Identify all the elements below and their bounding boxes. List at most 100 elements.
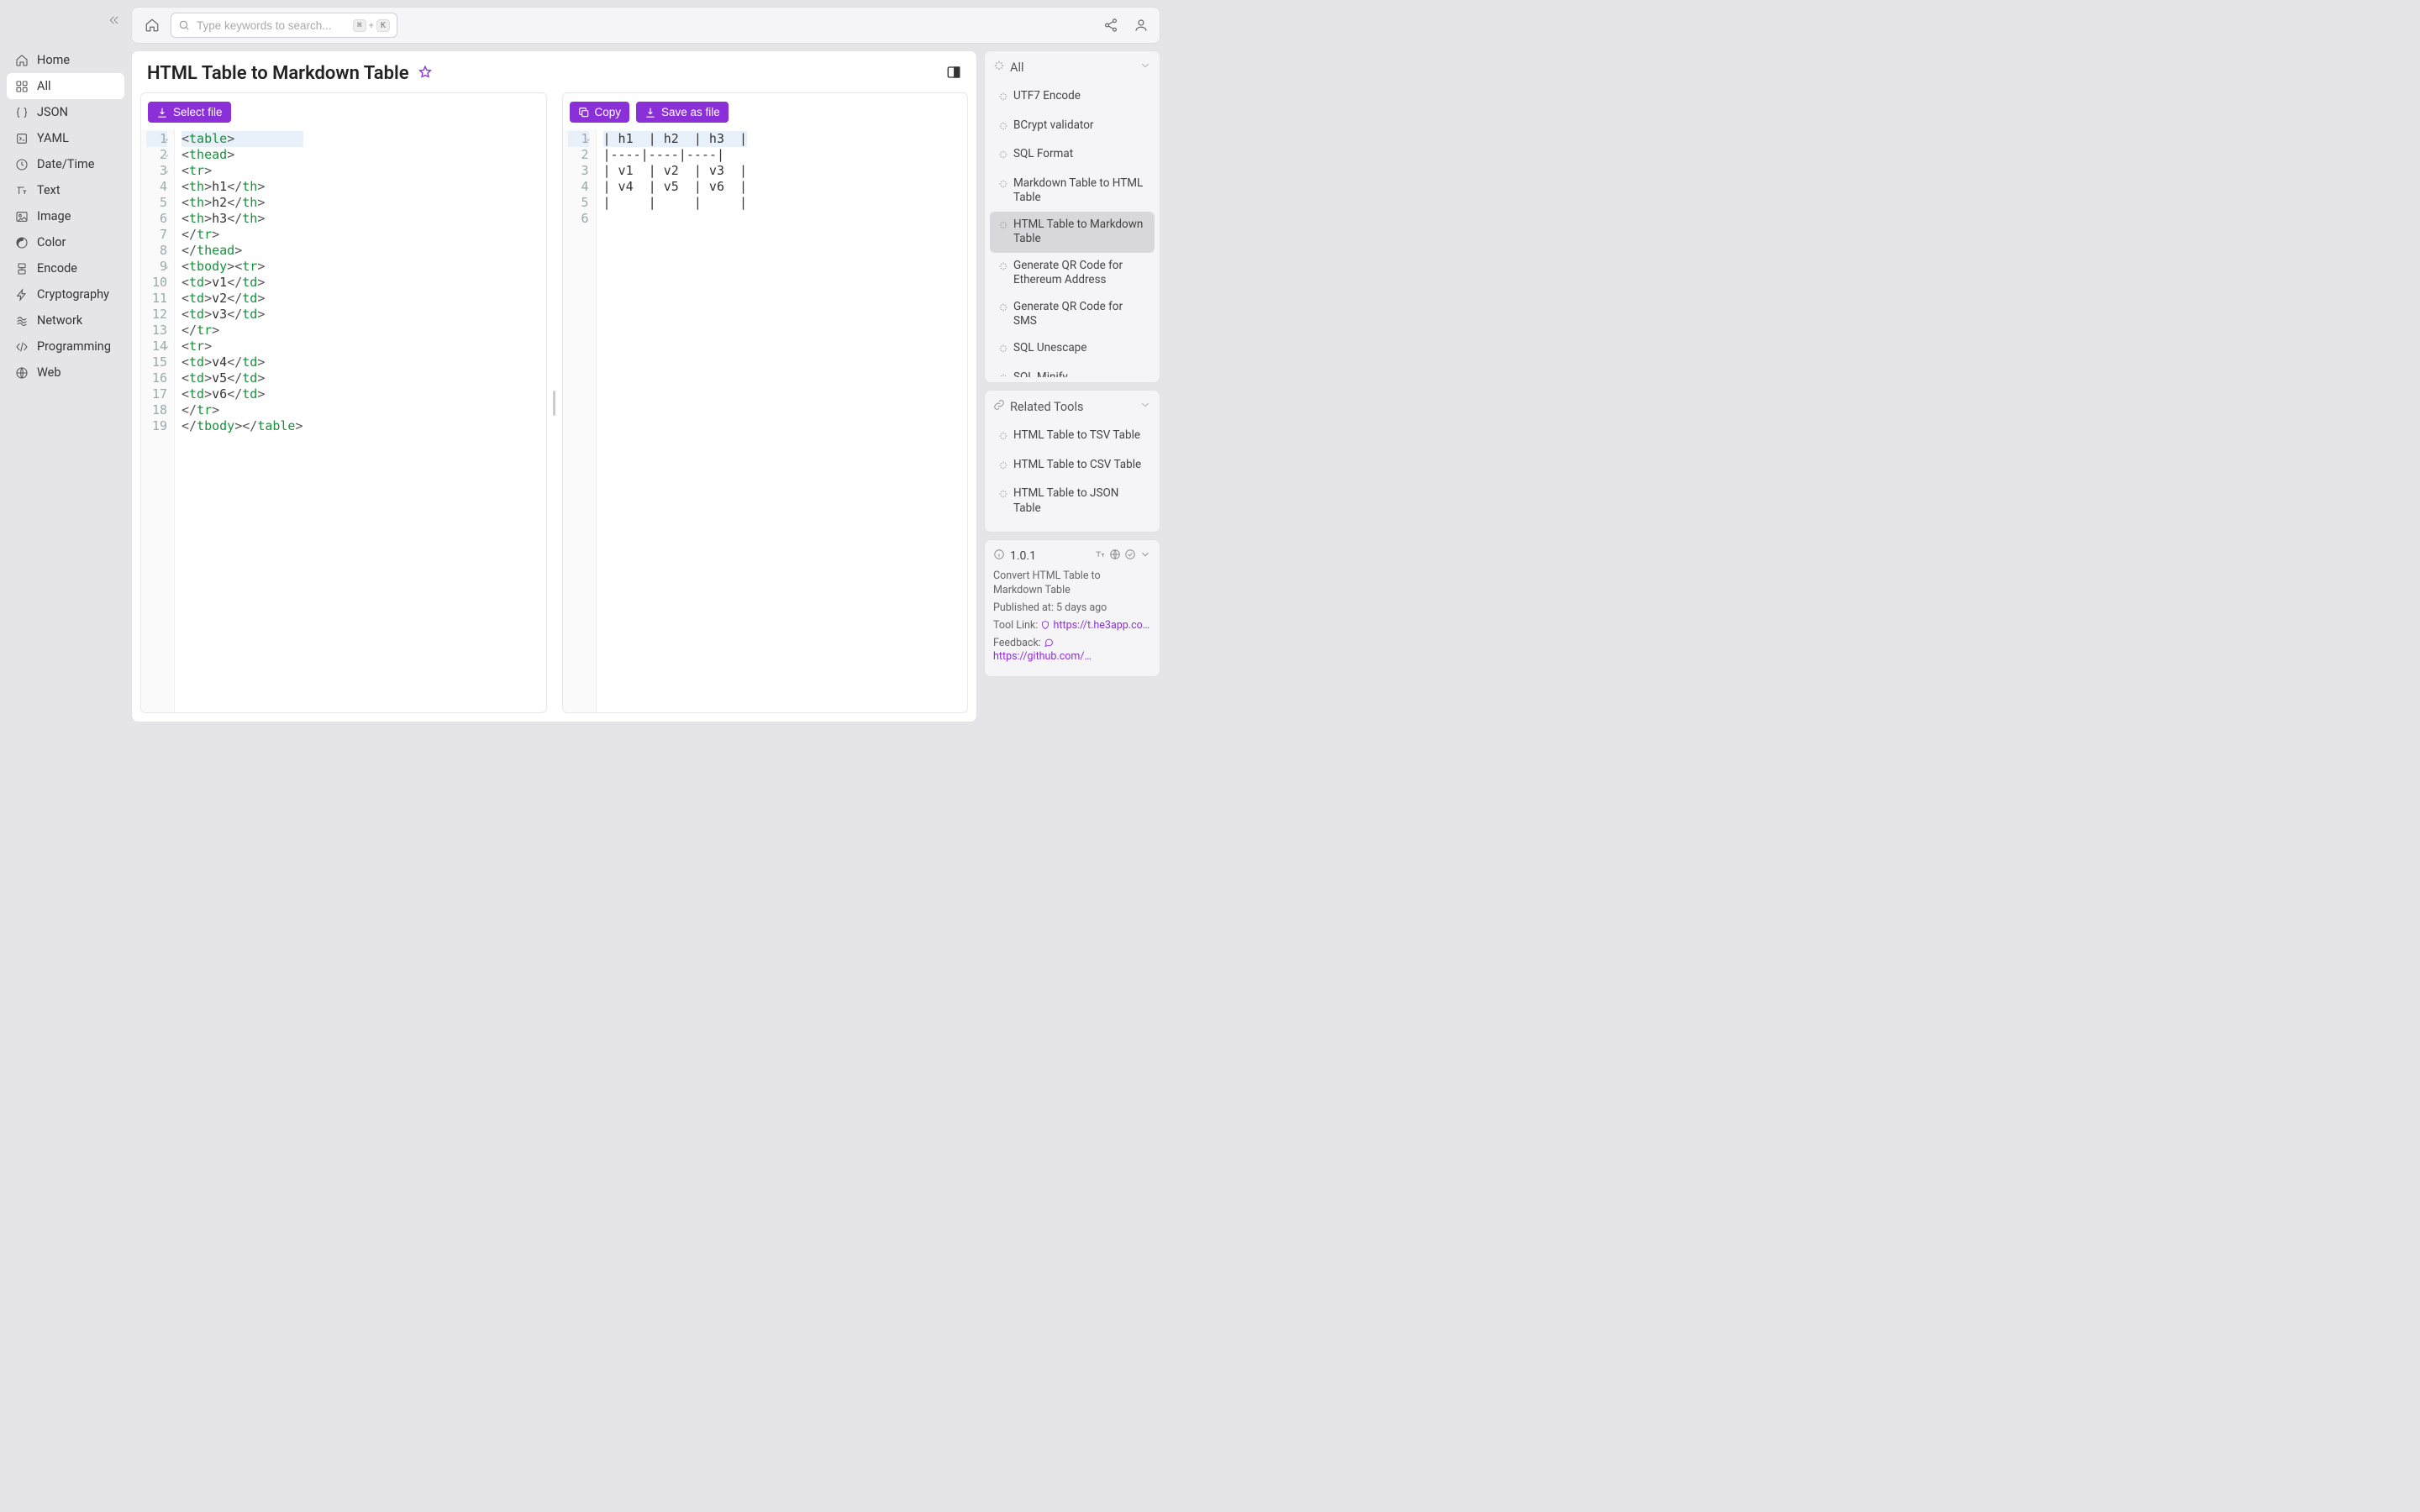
sidebar-item-network[interactable]: Network bbox=[7, 307, 124, 333]
sidebar-item-cryptography[interactable]: Cryptography bbox=[7, 281, 124, 307]
search-box[interactable]: ⌘ + K bbox=[171, 13, 397, 38]
sparkle-icon bbox=[998, 370, 1008, 377]
related-tools-header-label: Related Tools bbox=[1010, 400, 1134, 414]
text-size-icon[interactable] bbox=[1094, 549, 1106, 564]
nav-icon bbox=[15, 106, 29, 119]
all-tools-header[interactable]: All bbox=[985, 51, 1160, 83]
tool-item[interactable]: BCrypt validator bbox=[990, 113, 1155, 142]
page-title: HTML Table to Markdown Table bbox=[147, 63, 409, 84]
sidebar-item-json[interactable]: JSON bbox=[7, 99, 124, 125]
tool-item-label: Markdown Table to HTML Table bbox=[1013, 176, 1146, 206]
nav-label: JSON bbox=[37, 105, 68, 119]
nav-label: YAML bbox=[37, 131, 69, 145]
nav-label: Image bbox=[37, 209, 71, 223]
sidebar-item-web[interactable]: Web bbox=[7, 360, 124, 386]
chevron-down-icon[interactable] bbox=[1139, 549, 1151, 564]
share-button[interactable] bbox=[1102, 17, 1119, 34]
sparkle-icon bbox=[998, 89, 1008, 107]
meta-feedback: Feedback: https://github.com/… bbox=[993, 637, 1151, 665]
topbar: ⌘ + K bbox=[131, 7, 1160, 44]
sparkle-icon bbox=[998, 300, 1008, 318]
tool-item-label: HTML Table to Markdown Table bbox=[1013, 218, 1146, 247]
shield-icon bbox=[1040, 620, 1050, 630]
sparkle-icon bbox=[998, 458, 1008, 475]
tool-item[interactable]: Generate QR Code for SMS bbox=[990, 294, 1155, 335]
related-tool-item[interactable]: HTML Table to TSV Table bbox=[990, 423, 1155, 452]
feedback-link[interactable]: https://github.com/… bbox=[993, 650, 1092, 663]
meta-tool-link: Tool Link: https://t.he3app.co… bbox=[993, 619, 1151, 633]
meta-panel: 1.0.1 Convert HTML Table to Markdown Tab… bbox=[984, 539, 1160, 677]
sidebar-item-image[interactable]: Image bbox=[7, 203, 124, 229]
related-tool-item[interactable]: HTML Table to JSON Table bbox=[990, 480, 1155, 522]
related-tool-item[interactable]: HTML to SQL bbox=[990, 522, 1155, 529]
chevron-down-icon bbox=[1139, 60, 1151, 75]
search-input[interactable] bbox=[197, 19, 346, 32]
nav-icon bbox=[15, 54, 29, 67]
tool-item[interactable]: UTF7 Encode bbox=[990, 83, 1155, 113]
sparkle-icon bbox=[998, 486, 1008, 504]
nav-label: Programming bbox=[37, 339, 111, 354]
nav-label: Encode bbox=[37, 261, 77, 276]
sparkle-icon bbox=[998, 118, 1008, 136]
meta-description: Convert HTML Table to Markdown Table bbox=[993, 570, 1151, 598]
sidebar: Home All JSON YAML Date/Time Text Image Color En… bbox=[0, 0, 131, 729]
save-as-file-button[interactable]: Save as file bbox=[636, 102, 729, 123]
tool-item[interactable]: Markdown Table to HTML Table bbox=[990, 171, 1155, 212]
favorite-button[interactable] bbox=[418, 65, 433, 83]
sidebar-item-date-time[interactable]: Date/Time bbox=[7, 151, 124, 177]
sidebar-item-color[interactable]: Color bbox=[7, 229, 124, 255]
output-editor-pane: Copy Save as file 123456 | h1 | h2 | h3 … bbox=[562, 92, 969, 713]
main-card: HTML Table to Markdown Table bbox=[131, 50, 977, 722]
sidebar-item-home[interactable]: Home bbox=[7, 47, 124, 73]
search-icon bbox=[178, 19, 190, 31]
nav-label: Cryptography bbox=[37, 287, 109, 302]
output-editor[interactable]: 123456 | h1 | h2 | h3 | |----|----|----|… bbox=[563, 129, 968, 712]
toggle-panel-button[interactable] bbox=[946, 65, 961, 83]
source-editor[interactable]: 12345678910111213141516171819 <table> <t… bbox=[141, 129, 546, 712]
editor-splitter[interactable] bbox=[552, 92, 557, 713]
sidebar-item-yaml[interactable]: YAML bbox=[7, 125, 124, 151]
all-tools-panel: All UTF7 Encode BCrypt validator SQL Forma… bbox=[984, 50, 1160, 383]
nav-icon bbox=[15, 158, 29, 171]
sparkle-icon bbox=[998, 259, 1008, 276]
nav-icon bbox=[15, 132, 29, 145]
tool-link[interactable]: https://t.he3app.co… bbox=[1054, 619, 1150, 632]
sidebar-collapse-button[interactable] bbox=[108, 13, 121, 30]
chat-icon bbox=[1044, 638, 1054, 648]
nav-icon bbox=[15, 288, 29, 302]
sidebar-item-encode[interactable]: Encode bbox=[7, 255, 124, 281]
copy-button[interactable]: Copy bbox=[570, 102, 630, 123]
tool-item-label: HTML to SQL bbox=[1013, 528, 1081, 529]
tool-item-label: UTF7 Encode bbox=[1013, 89, 1081, 104]
nav-icon bbox=[15, 340, 29, 354]
tool-item-label: SQL Unescape bbox=[1013, 341, 1086, 356]
tool-item[interactable]: SQL Format bbox=[990, 141, 1155, 171]
globe-icon[interactable] bbox=[1109, 549, 1121, 564]
all-tools-header-label: All bbox=[1010, 60, 1134, 75]
nav-label: Date/Time bbox=[37, 157, 94, 171]
nav-label: Network bbox=[37, 313, 82, 328]
sparkle-icon bbox=[998, 218, 1008, 235]
check-circle-icon[interactable] bbox=[1124, 549, 1136, 564]
related-tool-item[interactable]: HTML Table to CSV Table bbox=[990, 452, 1155, 481]
tool-item[interactable]: Generate QR Code for Ethereum Address bbox=[990, 253, 1155, 294]
search-shortcut: ⌘ + K bbox=[353, 19, 390, 32]
sidebar-item-text[interactable]: Text bbox=[7, 177, 124, 203]
sparkle-icon bbox=[998, 176, 1008, 194]
related-tools-header[interactable]: Related Tools bbox=[985, 391, 1160, 423]
tool-item-label: BCrypt validator bbox=[1013, 118, 1094, 134]
nav-label: Home bbox=[37, 53, 70, 67]
nav-icon bbox=[15, 262, 29, 276]
tool-item[interactable]: SQL Minify bbox=[990, 365, 1155, 377]
tool-item-label: HTML Table to TSV Table bbox=[1013, 428, 1140, 444]
sidebar-item-all[interactable]: All bbox=[7, 73, 124, 99]
sidebar-item-programming[interactable]: Programming bbox=[7, 333, 124, 360]
tool-item[interactable]: HTML Table to Markdown Table bbox=[990, 212, 1155, 253]
user-button[interactable] bbox=[1133, 17, 1150, 34]
tool-item[interactable]: SQL Unescape bbox=[990, 335, 1155, 365]
home-button[interactable] bbox=[142, 15, 162, 35]
sparkle-icon bbox=[998, 341, 1008, 359]
sparkle-icon bbox=[998, 147, 1008, 165]
select-file-button[interactable]: Select file bbox=[148, 102, 231, 123]
nav-label: All bbox=[37, 79, 51, 93]
